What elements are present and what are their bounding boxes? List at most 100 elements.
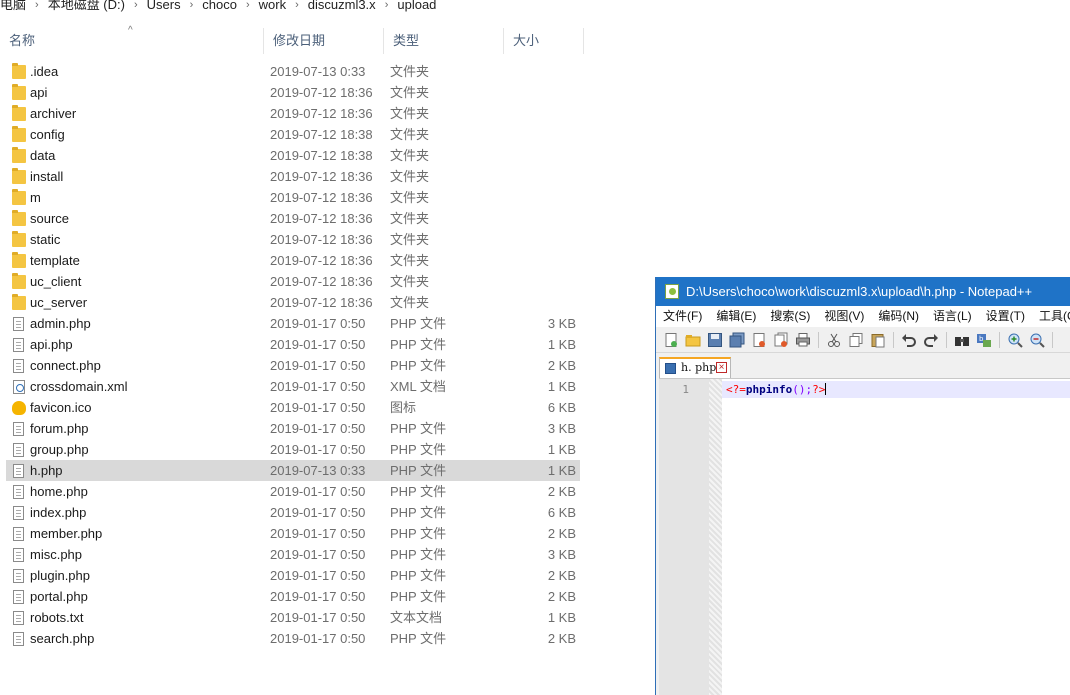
replace-icon[interactable]: b [976, 332, 992, 348]
menu-tools[interactable]: 工具(O) [1039, 306, 1070, 327]
file-size: 3 KB [547, 421, 576, 436]
code-line[interactable]: <?=phpinfo();?> [726, 383, 827, 396]
undo-icon[interactable] [901, 332, 917, 348]
file-type: 文件夹 [390, 64, 430, 79]
file-size: 2 KB [547, 484, 576, 499]
breadcrumb-item[interactable]: work [255, 0, 290, 12]
redo-icon[interactable] [923, 332, 939, 348]
file-size: 2 KB [547, 589, 576, 604]
zoom-in-icon[interactable] [1007, 332, 1023, 348]
breadcrumb-item[interactable]: choco [198, 0, 241, 12]
file-row[interactable]: search.php 2019-01-17 0:50 PHP 文件 2 KB [6, 628, 580, 649]
toolbar-separator [893, 332, 894, 348]
file-row[interactable]: home.php 2019-01-17 0:50 PHP 文件 2 KB [6, 481, 580, 502]
file-type: 文件夹 [390, 106, 430, 121]
file-row[interactable]: group.php 2019-01-17 0:50 PHP 文件 1 KB [6, 439, 580, 460]
file-name: forum.php [30, 421, 89, 436]
open-file-icon[interactable] [685, 332, 701, 348]
menu-settings[interactable]: 设置(T) [986, 306, 1025, 327]
file-row[interactable]: install 2019-07-12 18:36 文件夹 [6, 166, 580, 187]
chevron-right-icon[interactable]: › [185, 0, 199, 12]
close-all-icon[interactable] [773, 332, 789, 348]
column-header-size[interactable]: 大小 [504, 28, 584, 54]
file-type: PHP 文件 [390, 358, 447, 373]
file-row[interactable]: static 2019-07-12 18:36 文件夹 [6, 229, 580, 250]
file-type: 文件夹 [390, 190, 430, 205]
file-row[interactable]: api.php 2019-01-17 0:50 PHP 文件 1 KB [6, 334, 580, 355]
file-name: plugin.php [30, 568, 90, 583]
menu-file[interactable]: 文件(F) [663, 306, 702, 327]
folder-icon [12, 231, 26, 247]
find-icon[interactable] [954, 332, 970, 348]
file-row[interactable]: index.php 2019-01-17 0:50 PHP 文件 6 KB [6, 502, 580, 523]
chevron-right-icon[interactable]: › [129, 0, 143, 12]
copy-icon[interactable] [848, 332, 864, 348]
file-name: admin.php [30, 316, 91, 331]
chevron-right-icon[interactable]: › [241, 0, 255, 12]
notepad-title: D:\Users\choco\work\discuzml3.x\upload\h… [686, 284, 1033, 299]
breadcrumb-item[interactable]: 电脑 [0, 0, 30, 12]
code-editor[interactable]: 1 <?=phpinfo();?> [659, 378, 1070, 695]
tab-label: h. php [681, 361, 717, 374]
file-icon [13, 317, 24, 331]
file-name: group.php [30, 442, 89, 457]
file-row[interactable]: data 2019-07-12 18:38 文件夹 [6, 145, 580, 166]
file-row[interactable]: template 2019-07-12 18:36 文件夹 [6, 250, 580, 271]
file-row[interactable]: h.php 2019-07-13 0:33 PHP 文件 1 KB [6, 460, 580, 481]
chevron-right-icon[interactable]: › [30, 0, 44, 12]
file-row[interactable]: robots.txt 2019-01-17 0:50 文本文档 1 KB [6, 607, 580, 628]
file-row[interactable]: misc.php 2019-01-17 0:50 PHP 文件 3 KB [6, 544, 580, 565]
file-date: 2019-07-12 18:36 [270, 190, 373, 205]
file-row[interactable]: portal.php 2019-01-17 0:50 PHP 文件 2 KB [6, 586, 580, 607]
file-list: .idea 2019-07-13 0:33 文件夹 api 2019-07-12 18:… [6, 61, 580, 649]
breadcrumb-item[interactable]: Users [143, 0, 185, 12]
file-row[interactable]: uc_server 2019-07-12 18:36 文件夹 [6, 292, 580, 313]
breadcrumb-item[interactable]: 本地磁盘 (D:) [44, 0, 129, 12]
column-header-date[interactable]: 修改日期 [264, 28, 384, 54]
cut-icon[interactable] [826, 332, 842, 348]
notepad-menu-bar: 文件(F) 编辑(E) 搜索(S) 视图(V) 编码(N) 语言(L) 设置(T) 工具(O) [656, 306, 1070, 327]
notepad-title-bar[interactable]: D:\Users\choco\work\discuzml3.x\upload\h… [656, 277, 1070, 306]
file-row[interactable]: m 2019-07-12 18:36 文件夹 [6, 187, 580, 208]
print-icon[interactable] [795, 332, 811, 348]
menu-edit[interactable]: 编辑(E) [716, 306, 756, 327]
file-date: 2019-07-12 18:36 [270, 169, 373, 184]
file-row[interactable]: forum.php 2019-01-17 0:50 PHP 文件 3 KB [6, 418, 580, 439]
close-file-icon[interactable] [751, 332, 767, 348]
file-row[interactable]: archiver 2019-07-12 18:36 文件夹 [6, 103, 580, 124]
file-type: 文件夹 [390, 85, 430, 100]
file-row[interactable]: api 2019-07-12 18:36 文件夹 [6, 82, 580, 103]
file-row[interactable]: admin.php 2019-01-17 0:50 PHP 文件 3 KB [6, 313, 580, 334]
file-row[interactable]: source 2019-07-12 18:36 文件夹 [6, 208, 580, 229]
close-icon[interactable]: × [716, 362, 727, 373]
file-row[interactable]: favicon.ico 2019-01-17 0:50 图标 6 KB [6, 397, 580, 418]
menu-search[interactable]: 搜索(S) [770, 306, 810, 327]
zoom-out-icon[interactable] [1029, 332, 1045, 348]
file-icon [13, 569, 24, 583]
file-row[interactable]: member.php 2019-01-17 0:50 PHP 文件 2 KB [6, 523, 580, 544]
file-date: 2019-01-17 0:50 [270, 316, 366, 331]
file-row[interactable]: connect.php 2019-01-17 0:50 PHP 文件 2 KB [6, 355, 580, 376]
paste-icon[interactable] [870, 332, 886, 348]
new-file-icon[interactable] [663, 332, 679, 348]
menu-view[interactable]: 视图(V) [824, 306, 864, 327]
save-icon[interactable] [707, 332, 723, 348]
menu-language[interactable]: 语言(L) [933, 306, 972, 327]
file-row[interactable]: uc_client 2019-07-12 18:36 文件夹 [6, 271, 580, 292]
file-type: 文件夹 [390, 211, 430, 226]
save-all-icon[interactable] [729, 332, 745, 348]
breadcrumb-item[interactable]: discuzml3.x [304, 0, 380, 12]
column-header-type[interactable]: 类型 [384, 28, 504, 54]
tab-h-php[interactable]: h. php × [659, 357, 731, 379]
menu-encoding[interactable]: 编码(N) [878, 306, 919, 327]
file-row[interactable]: crossdomain.xml 2019-01-17 0:50 XML 文档 1 KB [6, 376, 580, 397]
file-icon [13, 338, 24, 352]
file-row[interactable]: .idea 2019-07-13 0:33 文件夹 [6, 61, 580, 82]
chevron-right-icon[interactable]: › [380, 0, 394, 12]
chevron-right-icon[interactable]: › [290, 0, 304, 12]
file-name: archiver [30, 106, 77, 121]
column-header-name[interactable]: 名称 [0, 28, 264, 54]
file-row[interactable]: config 2019-07-12 18:38 文件夹 [6, 124, 580, 145]
breadcrumb-item[interactable]: upload [393, 0, 440, 12]
file-row[interactable]: plugin.php 2019-01-17 0:50 PHP 文件 2 KB [6, 565, 580, 586]
